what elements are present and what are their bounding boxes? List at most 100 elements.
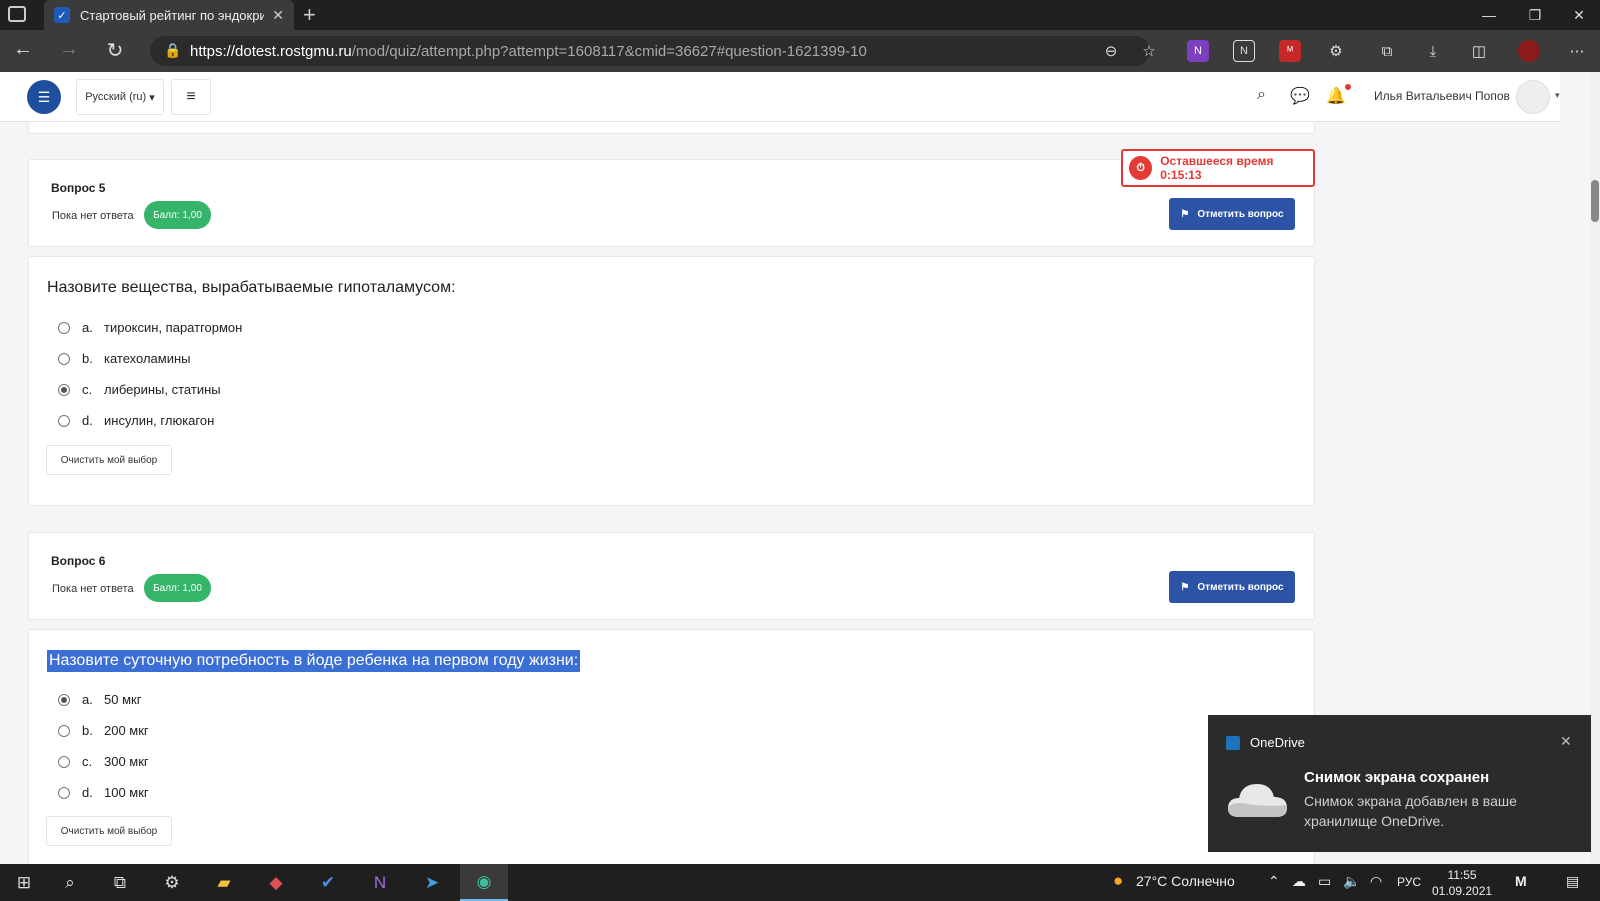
onedrive-icon xyxy=(1226,736,1240,750)
forward-icon[interactable]: → xyxy=(54,38,84,61)
option-letter: a. xyxy=(82,692,93,707)
settings-icon[interactable]: ⚙ xyxy=(148,864,196,901)
toast-body: Снимок экрана добавлен в ваше хранилище … xyxy=(1304,793,1517,829)
action-center-icon[interactable]: ▤ xyxy=(1566,873,1579,890)
avatar[interactable] xyxy=(1516,80,1550,114)
question-content-card: Назовите вещества, вырабатываемые гипота… xyxy=(28,256,1315,506)
notifications-icon[interactable]: 🔔 xyxy=(1326,86,1346,106)
back-icon[interactable]: ← xyxy=(8,38,38,61)
site-header: ☰ Русский (ru) ▾ ≡ ⌕ 💬 🔔 Илья Витальевич… xyxy=(0,72,1560,122)
windows-start-icon[interactable]: ⊞ xyxy=(0,864,48,901)
onenote-extension-icon[interactable]: N xyxy=(1187,40,1209,62)
option-text: инсулин, глюкагон xyxy=(104,413,215,428)
question-info-card: Вопрос 6 Пока нет ответа Балл: 1,00 ⚑ Отм… xyxy=(28,532,1315,620)
clear-choice-button[interactable]: Очистить мой выбор xyxy=(46,445,172,475)
question-text: Назовите суточную потребность в йоде реб… xyxy=(47,650,581,672)
tab-actions-icon[interactable] xyxy=(8,6,26,22)
radio-button[interactable] xyxy=(58,352,70,365)
todo-icon[interactable]: ✔ xyxy=(304,864,352,901)
radio-button[interactable] xyxy=(58,786,70,799)
zoom-icon[interactable]: ⊖ xyxy=(1100,40,1122,62)
answer-option[interactable]: d. инсулин, глюкагон xyxy=(58,413,214,428)
search-icon[interactable]: ⌕ xyxy=(46,864,94,901)
downloads-icon[interactable]: ⤓ xyxy=(1422,40,1444,62)
radio-button[interactable] xyxy=(58,321,70,334)
radio-button[interactable] xyxy=(58,724,70,737)
radio-button[interactable] xyxy=(58,383,70,396)
question-state: Пока нет ответа xyxy=(52,210,134,222)
minimize-icon[interactable]: — xyxy=(1466,0,1512,30)
address-bar[interactable]: 🔒 https://dotest.rostgmu.ru/mod/quiz/att… xyxy=(150,36,1150,66)
language-label: Русский (ru) xyxy=(85,91,147,103)
flag-question-label: Отметить вопрос xyxy=(1197,208,1284,220)
toast-app-name: OneDrive xyxy=(1250,735,1305,750)
windows-taskbar: ⊞ ⌕ ⧉ ⚙ ▰ ◆ ✔ N ➤ ◉ ● 27°C Солнечно ⌃ ☁ … xyxy=(0,864,1600,901)
app-tray-icon[interactable]: M xyxy=(1515,873,1527,889)
performance-icon[interactable]: ◫ xyxy=(1468,40,1490,62)
option-text: катехоламины xyxy=(104,351,191,366)
chevron-up-icon[interactable]: ⌃ xyxy=(1268,873,1280,890)
answer-option[interactable]: c. 300 мкг xyxy=(58,754,149,769)
search-icon[interactable]: ⌕ xyxy=(1257,86,1266,104)
collections-icon[interactable]: ⧉ xyxy=(1376,40,1398,62)
menu-button[interactable]: ≡ xyxy=(171,79,211,115)
wifi-icon[interactable]: ◠ xyxy=(1370,873,1382,890)
clock[interactable]: 11:55 01.09.2021 xyxy=(1432,867,1492,899)
chevron-down-icon[interactable]: ▾ xyxy=(1555,90,1560,101)
answer-option[interactable]: a. 50 мкг xyxy=(58,692,141,707)
page-scrollbar[interactable] xyxy=(1590,72,1600,864)
file-explorer-icon[interactable]: ▰ xyxy=(200,864,248,901)
scrollbar-thumb[interactable] xyxy=(1591,180,1599,222)
browser-tab-bar: ✓ Стартовый рейтинг по эндокри ✕ + — ❐ ✕ xyxy=(0,0,1600,30)
close-window-icon[interactable]: ✕ xyxy=(1558,0,1600,30)
telegram-icon[interactable]: ➤ xyxy=(408,864,456,901)
date: 01.09.2021 xyxy=(1432,884,1493,898)
answer-option[interactable]: d. 100 мкг xyxy=(58,785,149,800)
extensions-icon[interactable]: ⚙ xyxy=(1325,40,1347,62)
radio-button[interactable] xyxy=(58,693,70,706)
onenote-icon[interactable]: N xyxy=(356,864,404,901)
flag-question-button[interactable]: ⚑ Отметить вопрос xyxy=(1169,198,1295,230)
radio-button[interactable] xyxy=(58,414,70,427)
volume-icon[interactable]: 🔈 xyxy=(1343,873,1360,890)
edge-icon[interactable]: ◉ xyxy=(460,864,508,901)
messages-icon[interactable]: 💬 xyxy=(1290,86,1310,106)
lock-icon: 🔒 xyxy=(164,42,182,58)
new-tab-icon[interactable]: + xyxy=(303,2,316,28)
answer-option[interactable]: b. 200 мкг xyxy=(58,723,149,738)
clear-choice-button[interactable]: Очистить мой выбор xyxy=(46,816,172,846)
app-icon[interactable]: ◆ xyxy=(252,864,300,901)
input-language[interactable]: РУС xyxy=(1397,875,1421,889)
close-tab-icon[interactable]: ✕ xyxy=(272,7,284,24)
option-letter: c. xyxy=(82,754,93,769)
quiz-timer: ⏱ Оставшееся время 0:15:13 xyxy=(1121,149,1315,187)
task-view-icon[interactable]: ⧉ xyxy=(96,864,144,901)
option-text: тироксин, паратгормон xyxy=(104,320,243,335)
option-text: 100 мкг xyxy=(104,785,149,800)
answer-option[interactable]: c. либерины, статины xyxy=(58,382,221,397)
option-text: 200 мкг xyxy=(104,723,149,738)
favorites-icon[interactable]: ☆ xyxy=(1138,40,1160,62)
cloud-icon[interactable]: ☁ xyxy=(1292,873,1306,890)
browser-tab[interactable]: ✓ Стартовый рейтинг по эндокри ✕ xyxy=(44,0,294,30)
more-icon[interactable]: ⋯ xyxy=(1566,40,1588,62)
restore-icon[interactable]: ❐ xyxy=(1512,0,1558,30)
answer-option[interactable]: b. катехоламины xyxy=(58,351,191,366)
grade-badge: Балл: 1,00 xyxy=(144,574,211,602)
language-menu[interactable]: Русский (ru) ▾ xyxy=(76,79,164,115)
reload-icon[interactable]: ↻ xyxy=(100,38,130,63)
extension-icon[interactable]: ᴹ xyxy=(1279,40,1301,62)
close-icon[interactable]: ✕ xyxy=(1560,733,1572,750)
weather-label[interactable]: 27°C Солнечно xyxy=(1136,873,1235,889)
battery-icon[interactable]: ▭ xyxy=(1318,873,1331,890)
flag-question-button[interactable]: ⚑ Отметить вопрос xyxy=(1169,571,1295,603)
profile-avatar-icon[interactable] xyxy=(1518,40,1540,62)
user-name[interactable]: Илья Витальевич Попов xyxy=(1374,89,1510,103)
flag-icon: ⚑ xyxy=(1180,581,1190,593)
drawer-toggle-button[interactable]: ☰ xyxy=(27,80,61,114)
radio-button[interactable] xyxy=(58,755,70,768)
answer-option[interactable]: a. тироксин, паратгормон xyxy=(58,320,242,335)
notion-extension-icon[interactable]: N xyxy=(1233,40,1255,62)
onedrive-notification[interactable]: OneDrive ✕ Снимок экрана сохранен Снимок… xyxy=(1208,715,1591,852)
question-text: Назовите вещества, вырабатываемые гипота… xyxy=(47,279,456,296)
